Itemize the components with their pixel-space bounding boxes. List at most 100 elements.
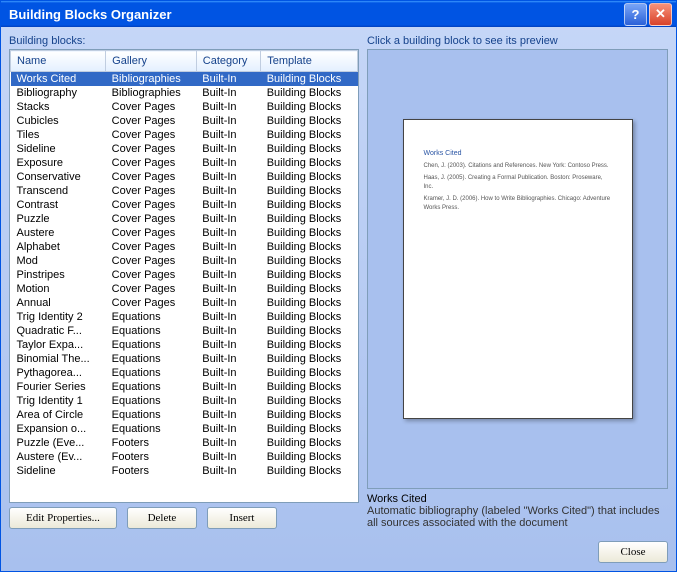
table-row[interactable]: Pythagorea...EquationsBuilt-InBuilding B… — [11, 366, 358, 380]
cell-template: Building Blocks — [261, 450, 358, 464]
cell-gallery: Cover Pages — [106, 240, 197, 254]
preview-title: Works Cited — [424, 150, 612, 157]
building-blocks-list[interactable]: Name Gallery Category Template Works Cit… — [9, 49, 359, 503]
right-pane: Click a building block to see its previe… — [367, 35, 668, 529]
cell-name: Trig Identity 2 — [11, 310, 106, 324]
col-name[interactable]: Name — [11, 51, 106, 72]
cell-name: Motion — [11, 282, 106, 296]
col-template[interactable]: Template — [261, 51, 358, 72]
titlebar[interactable]: Building Blocks Organizer ? ✕ — [1, 1, 676, 27]
table-row[interactable]: PuzzleCover PagesBuilt-InBuilding Blocks — [11, 212, 358, 226]
cell-gallery: Cover Pages — [106, 254, 197, 268]
cell-template: Building Blocks — [261, 142, 358, 156]
cell-gallery: Cover Pages — [106, 282, 197, 296]
cell-category: Built-In — [196, 324, 260, 338]
col-category[interactable]: Category — [196, 51, 260, 72]
cell-category: Built-In — [196, 86, 260, 100]
building-blocks-scroll[interactable]: Name Gallery Category Template Works Cit… — [10, 50, 358, 502]
description-title: Works Cited — [367, 493, 668, 505]
preview-line: Haas, J. (2005). Creating a Formal Publi… — [424, 174, 612, 191]
table-row[interactable]: Taylor Expa...EquationsBuilt-InBuilding … — [11, 338, 358, 352]
table-row[interactable]: ExposureCover PagesBuilt-InBuilding Bloc… — [11, 156, 358, 170]
cell-gallery: Cover Pages — [106, 296, 197, 310]
table-row[interactable]: Puzzle (Eve...FootersBuilt-InBuilding Bl… — [11, 436, 358, 450]
left-pane: Building blocks: Name Gallery Category T… — [9, 35, 359, 529]
cell-name: Mod — [11, 254, 106, 268]
cell-category: Built-In — [196, 170, 260, 184]
cell-name: Area of Circle — [11, 408, 106, 422]
preview-label: Click a building block to see its previe… — [367, 35, 668, 47]
table-row[interactable]: ContrastCover PagesBuilt-InBuilding Bloc… — [11, 198, 358, 212]
edit-properties-button[interactable]: Edit Properties... — [9, 507, 117, 529]
cell-gallery: Footers — [106, 464, 197, 478]
cell-gallery: Cover Pages — [106, 142, 197, 156]
table-row[interactable]: AustereCover PagesBuilt-InBuilding Block… — [11, 226, 358, 240]
cell-name: Pythagorea... — [11, 366, 106, 380]
table-row[interactable]: SidelineFootersBuilt-InBuilding Blocks — [11, 464, 358, 478]
close-button[interactable]: Close — [598, 541, 668, 563]
cell-name: Fourier Series — [11, 380, 106, 394]
table-row[interactable]: TilesCover PagesBuilt-InBuilding Blocks — [11, 128, 358, 142]
cell-name: Cubicles — [11, 114, 106, 128]
table-row[interactable]: TranscendCover PagesBuilt-InBuilding Blo… — [11, 184, 358, 198]
table-row[interactable]: Quadratic F...EquationsBuilt-InBuilding … — [11, 324, 358, 338]
cell-category: Built-In — [196, 212, 260, 226]
titlebar-close-button[interactable]: ✕ — [649, 3, 672, 26]
table-row[interactable]: Austere (Ev...FootersBuilt-InBuilding Bl… — [11, 450, 358, 464]
table-row[interactable]: ModCover PagesBuilt-InBuilding Blocks — [11, 254, 358, 268]
cell-category: Built-In — [196, 142, 260, 156]
cell-name: Conservative — [11, 170, 106, 184]
dialog-body: Building blocks: Name Gallery Category T… — [1, 27, 676, 571]
cell-category: Built-In — [196, 114, 260, 128]
table-row[interactable]: Binomial The...EquationsBuilt-InBuilding… — [11, 352, 358, 366]
cell-gallery: Equations — [106, 324, 197, 338]
panes: Building blocks: Name Gallery Category T… — [9, 35, 668, 529]
cell-template: Building Blocks — [261, 128, 358, 142]
description-text: Automatic bibliography (labeled "Works C… — [367, 505, 668, 529]
cell-name: Quadratic F... — [11, 324, 106, 338]
table-row[interactable]: SidelineCover PagesBuilt-InBuilding Bloc… — [11, 142, 358, 156]
cell-gallery: Cover Pages — [106, 156, 197, 170]
description-area: Works Cited Automatic bibliography (labe… — [367, 489, 668, 529]
cell-template: Building Blocks — [261, 198, 358, 212]
table-row[interactable]: PinstripesCover PagesBuilt-InBuilding Bl… — [11, 268, 358, 282]
preview-line: Kramer, J. D. (2006). How to Write Bibli… — [424, 195, 612, 212]
preview-area[interactable]: Works Cited Chen, J. (2003). Citations a… — [367, 49, 668, 489]
cell-gallery: Cover Pages — [106, 170, 197, 184]
table-row[interactable]: AnnualCover PagesBuilt-InBuilding Blocks — [11, 296, 358, 310]
cell-template: Building Blocks — [261, 114, 358, 128]
cell-template: Building Blocks — [261, 226, 358, 240]
cell-template: Building Blocks — [261, 282, 358, 296]
cell-gallery: Equations — [106, 422, 197, 436]
table-row[interactable]: BibliographyBibliographiesBuilt-InBuildi… — [11, 86, 358, 100]
table-row[interactable]: Expansion o...EquationsBuilt-InBuilding … — [11, 422, 358, 436]
delete-button[interactable]: Delete — [127, 507, 197, 529]
table-row[interactable]: Fourier SeriesEquationsBuilt-InBuilding … — [11, 380, 358, 394]
cell-gallery: Footers — [106, 450, 197, 464]
table-row[interactable]: Works CitedBibliographiesBuilt-InBuildin… — [11, 72, 358, 87]
cell-category: Built-In — [196, 422, 260, 436]
cell-template: Building Blocks — [261, 72, 358, 87]
table-row[interactable]: ConservativeCover PagesBuilt-InBuilding … — [11, 170, 358, 184]
cell-gallery: Equations — [106, 408, 197, 422]
table-row[interactable]: Trig Identity 2EquationsBuilt-InBuilding… — [11, 310, 358, 324]
cell-name: Puzzle (Eve... — [11, 436, 106, 450]
cell-template: Building Blocks — [261, 268, 358, 282]
cell-name: Binomial The... — [11, 352, 106, 366]
table-row[interactable]: AlphabetCover PagesBuilt-InBuilding Bloc… — [11, 240, 358, 254]
table-row[interactable]: Area of CircleEquationsBuilt-InBuilding … — [11, 408, 358, 422]
table-row[interactable]: MotionCover PagesBuilt-InBuilding Blocks — [11, 282, 358, 296]
cell-template: Building Blocks — [261, 464, 358, 478]
cell-category: Built-In — [196, 450, 260, 464]
insert-button[interactable]: Insert — [207, 507, 277, 529]
left-buttons: Edit Properties... Delete Insert — [9, 503, 359, 529]
cell-template: Building Blocks — [261, 324, 358, 338]
cell-name: Puzzle — [11, 212, 106, 226]
table-row[interactable]: StacksCover PagesBuilt-InBuilding Blocks — [11, 100, 358, 114]
table-row[interactable]: Trig Identity 1EquationsBuilt-InBuilding… — [11, 394, 358, 408]
help-button[interactable]: ? — [624, 3, 647, 26]
cell-name: Annual — [11, 296, 106, 310]
table-row[interactable]: CubiclesCover PagesBuilt-InBuilding Bloc… — [11, 114, 358, 128]
col-gallery[interactable]: Gallery — [106, 51, 197, 72]
cell-template: Building Blocks — [261, 184, 358, 198]
